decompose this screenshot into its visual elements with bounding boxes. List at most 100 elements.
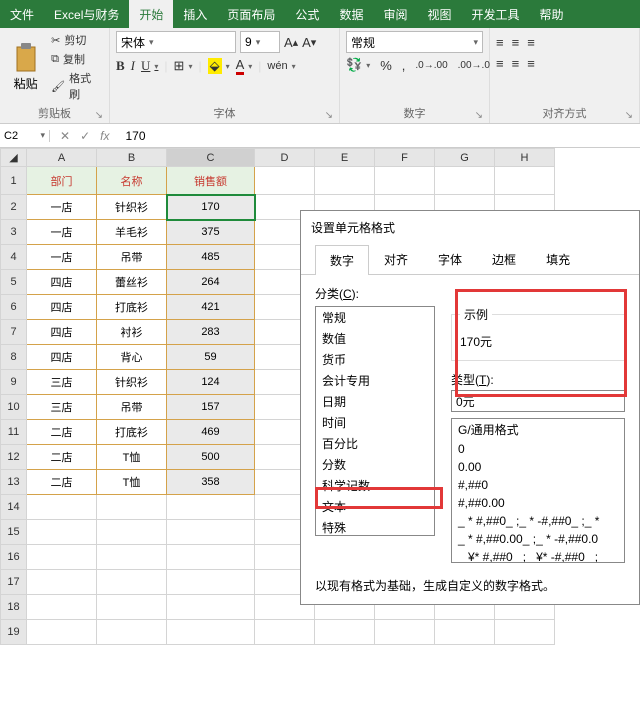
col-header[interactable]: D [255,149,315,167]
row-header[interactable]: 13 [1,470,27,495]
dialog-tab-align[interactable]: 对齐 [369,244,423,274]
cell[interactable]: 二店 [27,470,97,495]
expand-icon[interactable]: ↘ [625,110,633,121]
align-right-button[interactable]: ≡ [527,56,535,71]
category-item[interactable]: 百分比 [316,433,434,454]
cell[interactable]: 吊带 [97,395,167,420]
tab-review[interactable]: 审阅 [373,0,417,28]
row-header[interactable]: 6 [1,295,27,320]
category-item[interactable]: 特殊 [316,517,434,536]
format-item[interactable]: G/通用格式 [452,419,624,440]
category-list[interactable]: 常规数值货币会计专用日期时间百分比分数科学记数文本特殊自定义 [315,306,435,536]
decrease-font-button[interactable]: A▾ [302,35,316,50]
col-header[interactable]: C [167,149,255,167]
align-center-button[interactable]: ≡ [512,56,520,71]
cell[interactable]: 一店 [27,220,97,245]
cell[interactable]: 四店 [27,320,97,345]
cell[interactable]: 羊毛衫 [97,220,167,245]
category-item[interactable]: 分数 [316,454,434,475]
font-color-button[interactable]: A▾ [236,57,253,75]
format-list[interactable]: G/通用格式00.00#,##0#,##0.00_ * #,##0_ ;_ * … [451,418,625,563]
expand-icon[interactable]: ↘ [325,110,333,121]
copy-button[interactable]: ⧉复制 [49,50,103,68]
cell[interactable]: 124 [167,370,255,395]
cell[interactable]: 358 [167,470,255,495]
underline-button[interactable]: U▾ [141,58,158,74]
cell[interactable]: 一店 [27,195,97,220]
format-item[interactable]: 0 [452,440,624,458]
number-format-select[interactable]: 常规▾ [346,31,483,53]
bold-button[interactable]: B [116,58,125,74]
cell[interactable]: T恤 [97,470,167,495]
category-item[interactable]: 文本 [316,496,434,517]
row-header[interactable]: 18 [1,595,27,620]
cell[interactable]: 421 [167,295,255,320]
col-header[interactable]: G [435,149,495,167]
italic-button[interactable]: I [131,58,135,74]
comma-button[interactable]: , [402,58,406,73]
row-header[interactable]: 8 [1,345,27,370]
align-top-button[interactable]: ≡ [496,35,504,50]
phonetic-button[interactable]: wén▾ [267,60,295,72]
cell[interactable]: 四店 [27,270,97,295]
align-bottom-button[interactable]: ≡ [527,35,535,50]
col-header[interactable]: E [315,149,375,167]
enter-icon[interactable]: ✓ [80,129,90,143]
row-header[interactable]: 3 [1,220,27,245]
row-header[interactable]: 11 [1,420,27,445]
row-header[interactable]: 12 [1,445,27,470]
tab-home[interactable]: 开始 [129,0,173,28]
cell[interactable]: 针织衫 [97,195,167,220]
format-item[interactable]: #,##0.00 [452,494,624,512]
row-header[interactable]: 19 [1,620,27,645]
select-all-corner[interactable]: ◢ [1,149,27,167]
row-header[interactable]: 1 [1,167,27,195]
col-header[interactable]: F [375,149,435,167]
format-item[interactable]: 0.00 [452,458,624,476]
category-item[interactable]: 科学记数 [316,475,434,496]
col-header[interactable]: B [97,149,167,167]
row-header[interactable]: 16 [1,545,27,570]
row-header[interactable]: 17 [1,570,27,595]
decrease-decimal-button[interactable]: .00→.0 [458,60,490,71]
format-painter-button[interactable]: 🖌格式刷 [49,69,103,103]
cell[interactable]: 500 [167,445,255,470]
cell[interactable]: 一店 [27,245,97,270]
increase-font-button[interactable]: A▴ [284,35,298,50]
tab-layout[interactable]: 页面布局 [217,0,285,28]
col-header[interactable]: A [27,149,97,167]
paste-button[interactable]: 粘贴 [6,31,45,103]
cell[interactable]: 485 [167,245,255,270]
tab-formula[interactable]: 公式 [285,0,329,28]
format-item[interactable]: _ * #,##0_ ;_ * -#,##0_ ;_ * [452,512,624,530]
dialog-tab-font[interactable]: 字体 [423,244,477,274]
cell[interactable]: 170 [167,195,255,220]
type-input[interactable] [451,390,625,412]
dialog-tab-number[interactable]: 数字 [315,245,369,275]
row-header[interactable]: 9 [1,370,27,395]
cell[interactable]: 背心 [97,345,167,370]
dialog-tab-border[interactable]: 边框 [477,244,531,274]
formula-input[interactable]: 170 [119,129,640,143]
cell[interactable]: T恤 [97,445,167,470]
category-item[interactable]: 时间 [316,412,434,433]
cell[interactable]: 59 [167,345,255,370]
tab-finance[interactable]: Excel与财务 [44,0,129,28]
category-item[interactable]: 数值 [316,328,434,349]
increase-decimal-button[interactable]: .0→.00 [415,60,447,71]
tab-insert[interactable]: 插入 [173,0,217,28]
accounting-format-button[interactable]: 💱▾ [346,57,370,73]
cell[interactable]: 二店 [27,420,97,445]
row-header[interactable]: 15 [1,520,27,545]
font-name-select[interactable]: 宋体▾ [116,31,236,53]
row-header[interactable]: 7 [1,320,27,345]
tab-help[interactable]: 帮助 [530,0,574,28]
format-item[interactable]: _ * #,##0.00_ ;_ * -#,##0.0 [452,530,624,548]
cell[interactable]: 打底衫 [97,420,167,445]
cell[interactable]: 吊带 [97,245,167,270]
category-item[interactable]: 日期 [316,391,434,412]
cell[interactable]: 衬衫 [97,320,167,345]
tab-dev[interactable]: 开发工具 [461,0,529,28]
format-item[interactable]: #,##0 [452,476,624,494]
dialog-tab-fill[interactable]: 填充 [531,244,585,274]
